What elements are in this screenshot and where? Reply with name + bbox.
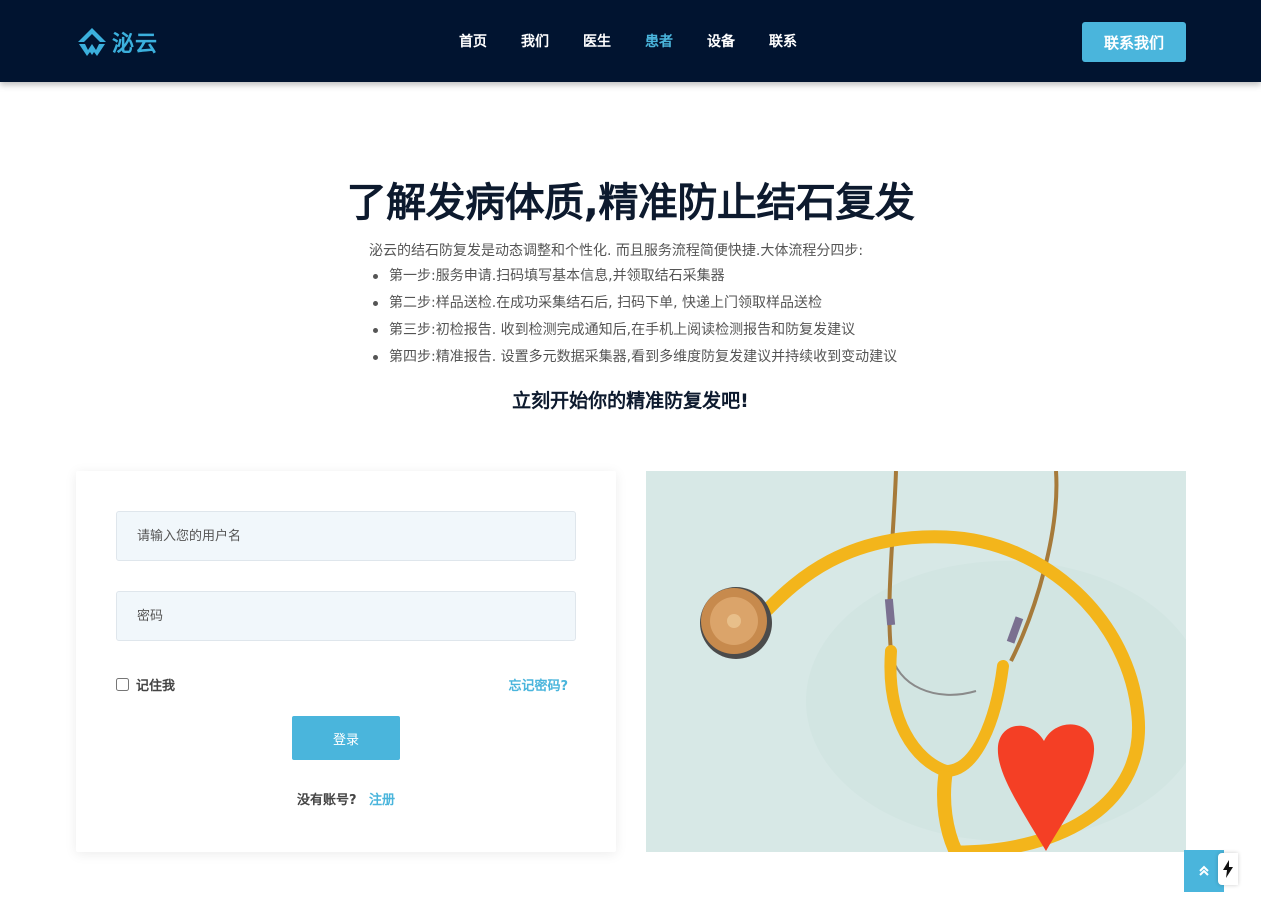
forgot-password-link[interactable]: 忘记密码? — [508, 675, 568, 694]
list-item: 第四步:精准报告. 设置多元数据采集器,看到多维度防复发建议并持续收到变动建议 — [370, 347, 897, 374]
double-chevron-up-icon — [1199, 865, 1209, 876]
remember-me[interactable]: 记住我 — [116, 675, 175, 694]
remember-me-label: 记住我 — [136, 679, 176, 694]
username-input[interactable] — [116, 511, 576, 561]
nav-item-doctors[interactable]: 医生 — [583, 31, 611, 51]
nav-item-home[interactable]: 首页 — [459, 31, 487, 51]
step-text: 第一步:服务申请.扫码填写基本信息,并领取结石采集器 — [389, 268, 725, 284]
login-card: 记住我 忘记密码? 登录 没有账号? 注册 — [76, 471, 616, 852]
step-text: 第二步:样品送检.在成功采集结石后, 扫码下单, 快递上门领取样品送检 — [389, 295, 822, 311]
top-navbar: 泌云 首页 我们 医生 患者 设备 联系 联系我们 — [0, 0, 1261, 82]
list-item: 第一步:服务申请.扫码填写基本信息,并领取结石采集器 — [370, 266, 897, 293]
nav-item-devices[interactable]: 设备 — [707, 31, 735, 51]
stethoscope-heart-photo — [646, 471, 1186, 852]
page-title: 了解发病体质,精准防止结石复发 — [346, 180, 915, 226]
signup-link[interactable]: 注册 — [369, 793, 395, 808]
quick-action-widget[interactable] — [1218, 853, 1238, 885]
lightning-bolt-icon — [1223, 860, 1233, 878]
no-account-text: 没有账号? — [296, 793, 357, 808]
brand-logo[interactable]: 泌云 — [76, 26, 158, 58]
bullet-icon — [373, 274, 378, 279]
password-input[interactable] — [116, 591, 576, 641]
step-text: 第三步:初检报告. 收到检测完成通知后,在手机上阅读检测报告和防复发建议 — [389, 322, 856, 338]
step-text: 第四步:精准报告. 设置多元数据采集器,看到多维度防复发建议并持续收到变动建议 — [389, 349, 898, 365]
nav-item-contact[interactable]: 联系 — [769, 31, 797, 51]
bullet-icon — [373, 301, 378, 306]
nav-item-about[interactable]: 我们 — [521, 31, 549, 51]
stethoscope-illustration — [646, 471, 1186, 852]
intro-text: 泌云的结石防复发是动态调整和个性化. 而且服务流程简便快捷.大体流程分四步: — [369, 243, 864, 259]
brand-name: 泌云 — [112, 32, 159, 57]
remember-me-checkbox[interactable] — [116, 678, 129, 691]
list-item: 第三步:初检报告. 收到检测完成通知后,在手机上阅读检测报告和防复发建议 — [370, 320, 897, 347]
mountain-logo-icon — [78, 28, 106, 56]
call-to-action-heading: 立刻开始你的精准防复发吧! — [512, 390, 749, 412]
bullet-icon — [373, 328, 378, 333]
list-item: 第二步:样品送检.在成功采集结石后, 扫码下单, 快递上门领取样品送检 — [370, 293, 897, 320]
nav-item-patients[interactable]: 患者 — [645, 31, 673, 51]
contact-us-button[interactable]: 联系我们 — [1082, 22, 1186, 62]
login-button[interactable]: 登录 — [292, 716, 400, 760]
bullet-icon — [373, 355, 378, 360]
steps-list: 第一步:服务申请.扫码填写基本信息,并领取结石采集器 第二步:样品送检.在成功采… — [370, 266, 897, 374]
main-nav: 首页 我们 医生 患者 设备 联系 — [442, 0, 814, 82]
signup-prompt: 没有账号? 注册 — [76, 789, 616, 808]
